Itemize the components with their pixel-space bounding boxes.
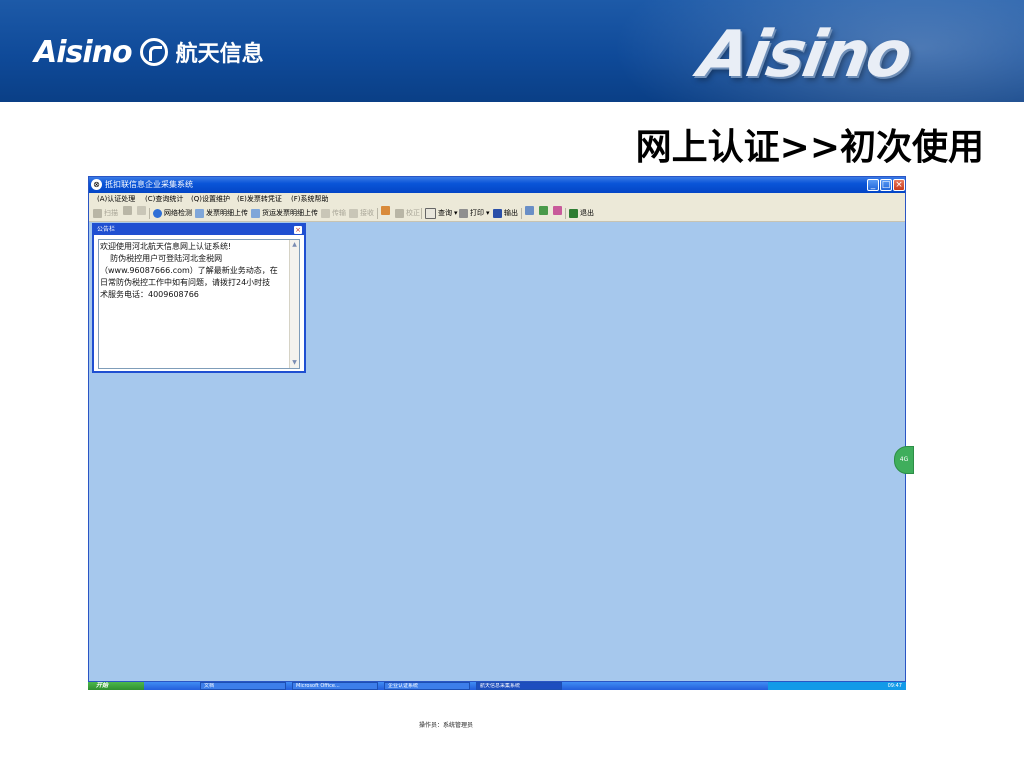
aisino-large-logo: Aisino bbox=[693, 18, 916, 92]
window-title: 抵扣联信息企业采集系统 bbox=[105, 180, 193, 189]
print-button[interactable]: 打印 ▾ bbox=[459, 206, 490, 221]
network-icon bbox=[153, 209, 162, 218]
query-button[interactable]: 查询 ▾ bbox=[425, 206, 458, 221]
menu-help[interactable]: (F)系统帮助 bbox=[291, 193, 329, 206]
window-titlebar[interactable]: ⊗ 抵扣联信息企业采集系统 _ □ × bbox=[89, 177, 905, 193]
menu-bar: (A)认证处理 (C)查询统计 (Q)设置维护 (E)发票转凭证 (F)系统帮助 bbox=[89, 193, 905, 206]
menu-invoice-voucher[interactable]: (E)发票转凭证 bbox=[237, 193, 282, 206]
exit-icon bbox=[569, 209, 578, 218]
notice-textbox[interactable]: 欢迎使用河北航天信息网上认证系统! 防伪税控用户可登陆河北金税网 （www.96… bbox=[98, 239, 300, 369]
tool-icon-3[interactable] bbox=[553, 206, 562, 215]
doc-icon[interactable] bbox=[137, 206, 146, 215]
client-area: 公告栏 × 欢迎使用河北航天信息网上认证系统! 防伪税控用户可登陆河北金税网 （… bbox=[89, 222, 914, 729]
notice-title: 公告栏 bbox=[97, 226, 116, 233]
logo-latin: Aisino bbox=[34, 34, 133, 70]
tool-icon-2[interactable] bbox=[539, 206, 548, 215]
maximize-button[interactable]: □ bbox=[880, 179, 892, 191]
notice-text: 欢迎使用河北航天信息网上认证系统! 防伪税控用户可登陆河北金税网 （www.96… bbox=[100, 241, 290, 301]
house-icon[interactable] bbox=[381, 206, 390, 215]
toolbar-separator bbox=[421, 208, 422, 219]
toolbar-separator bbox=[149, 208, 150, 219]
taskbar-item[interactable]: Microsoft Office... bbox=[292, 682, 378, 690]
header-banner: Aisino 航天信息 Aisino bbox=[0, 0, 1024, 102]
taskbar-item[interactable]: 文档 bbox=[200, 682, 286, 690]
notice-scrollbar[interactable]: ▲ ▼ bbox=[289, 240, 299, 368]
notice-close-button[interactable]: × bbox=[294, 226, 302, 234]
receive-button[interactable]: 接收 bbox=[349, 206, 374, 221]
upload-icon bbox=[251, 209, 260, 218]
logo-mark-icon bbox=[139, 38, 168, 66]
scroll-down-icon[interactable]: ▼ bbox=[291, 359, 298, 366]
export-button[interactable]: 输出 bbox=[493, 206, 518, 221]
save-icon bbox=[493, 209, 502, 218]
menu-query[interactable]: (C)查询统计 bbox=[145, 193, 183, 206]
notice-line: 术服务电话：4009608766 bbox=[100, 290, 199, 299]
close-button[interactable]: × bbox=[893, 179, 905, 191]
scroll-up-icon[interactable]: ▲ bbox=[291, 241, 298, 248]
query-icon bbox=[425, 208, 436, 219]
start-button[interactable]: 开始 bbox=[88, 682, 144, 690]
slide-title: 网上认证>>初次使用 bbox=[635, 127, 984, 168]
invoice-upload-button[interactable]: 发票明细上传 bbox=[195, 206, 248, 221]
scan-button[interactable]: 扫描 bbox=[93, 206, 118, 221]
toolbar-separator bbox=[521, 208, 522, 219]
network-check-button[interactable]: 网络检测 bbox=[153, 206, 192, 221]
correct-button[interactable]: 校正 bbox=[395, 206, 420, 221]
status-text: 操作员：系统管理员 bbox=[419, 722, 474, 729]
minimize-button[interactable]: _ bbox=[867, 179, 879, 191]
dropdown-arrow-icon: ▾ bbox=[454, 209, 458, 217]
goods-invoice-upload-button[interactable]: 货运发票明细上传 bbox=[251, 206, 318, 221]
correct-icon bbox=[395, 209, 404, 218]
send-button[interactable]: 传输 bbox=[321, 206, 346, 221]
side-float-button[interactable]: 4G bbox=[894, 446, 914, 474]
notice-header: 公告栏 × bbox=[94, 225, 304, 235]
app-window: ⊗ 抵扣联信息企业采集系统 _ □ × (A)认证处理 (C)查询统计 (Q)设… bbox=[88, 176, 914, 729]
upload-icon bbox=[195, 209, 204, 218]
printer-icon bbox=[459, 209, 468, 218]
toolbar: 扫描 网络检测 发票明细上传 货运发票明细上传 传输 接收 校正 查询 ▾ 打印 ▾… bbox=[89, 206, 905, 222]
toolbar-separator bbox=[377, 208, 378, 219]
notice-line: 日常防伪税控工作中如有问题，请拨打24小时技 bbox=[100, 278, 271, 287]
clock: 09:47 bbox=[887, 683, 902, 689]
taskbar-item[interactable]: 企业认证系统 bbox=[384, 682, 470, 690]
menu-settings[interactable]: (Q)设置维护 bbox=[191, 193, 230, 206]
notice-line: 防伪税控用户可登陆河北金税网 bbox=[100, 254, 223, 263]
notice-line: （www.96087666.com）了解最新业务动态，在 bbox=[100, 266, 278, 275]
receive-icon bbox=[349, 209, 358, 218]
notice-line: 欢迎使用河北航天信息网上认证系统! bbox=[100, 242, 232, 251]
send-icon bbox=[321, 209, 330, 218]
scanner-icon[interactable] bbox=[123, 206, 132, 215]
menu-auth[interactable]: (A)认证处理 bbox=[97, 193, 135, 206]
dropdown-arrow-icon: ▾ bbox=[486, 209, 490, 217]
scan-icon bbox=[93, 209, 102, 218]
system-tray: 09:47 bbox=[768, 682, 906, 690]
notice-panel: 公告栏 × 欢迎使用河北航天信息网上认证系统! 防伪税控用户可登陆河北金税网 （… bbox=[92, 223, 306, 373]
taskbar: 开始 文档 Microsoft Office... 企业认证系统 航天信息采集系… bbox=[88, 682, 906, 690]
taskbar-item-active[interactable]: 航天信息采集系统 bbox=[476, 682, 562, 690]
aisino-logo: Aisino 航天信息 bbox=[34, 34, 264, 70]
toolbar-separator bbox=[565, 208, 566, 219]
logo-cn: 航天信息 bbox=[175, 42, 264, 67]
app-icon: ⊗ bbox=[91, 179, 102, 190]
exit-button[interactable]: 退出 bbox=[569, 206, 594, 221]
tool-icon-1[interactable] bbox=[525, 206, 534, 215]
